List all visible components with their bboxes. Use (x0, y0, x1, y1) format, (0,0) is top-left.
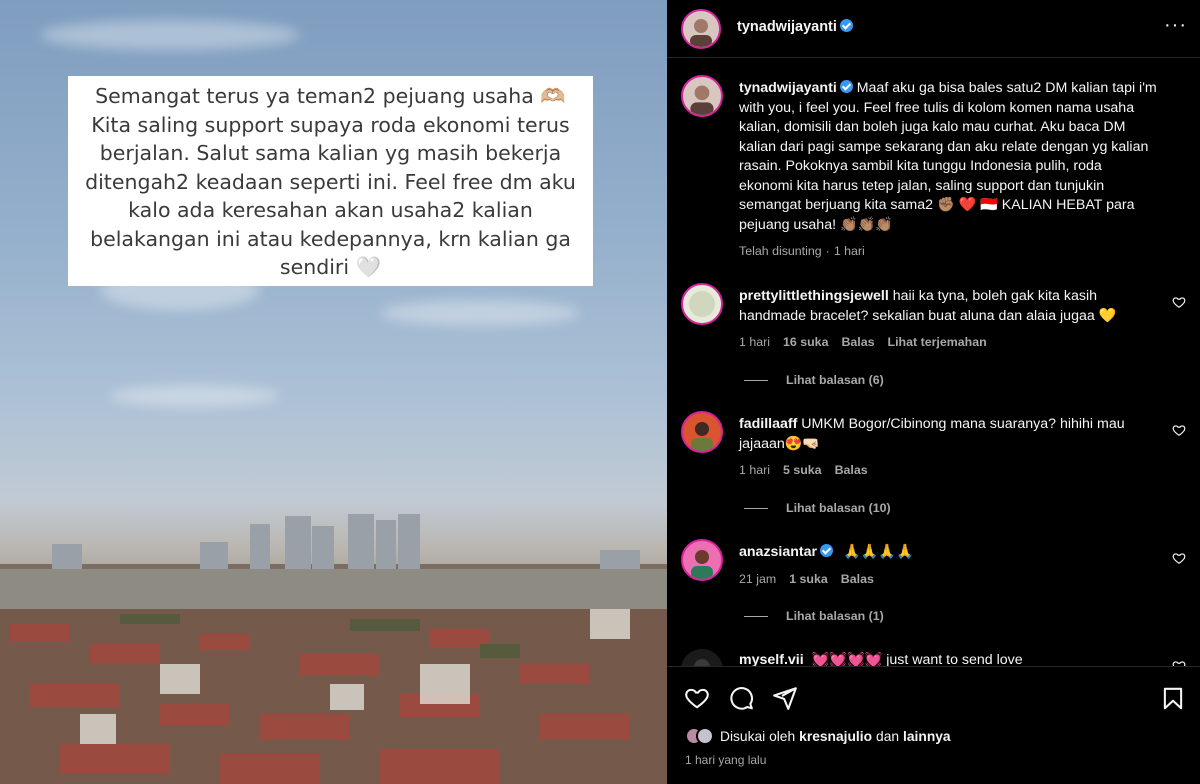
comment-text: 💓💓💓💓 just want to send love (811, 652, 1023, 666)
comment-like-heart-icon[interactable] (1172, 295, 1186, 309)
comment-item: fadillaaff UMKM Bogor/Cibinong mana suar… (681, 411, 1186, 521)
likes-prefix: Disukai oleh (720, 728, 796, 744)
post-caption: tynadwijayanti Maaf aku ga bisa bales sa… (681, 75, 1186, 265)
cloud (110, 385, 280, 407)
commenter-avatar[interactable] (681, 539, 723, 581)
comment-item: prettylittlethingsjewell haii ka tyna, b… (681, 283, 1186, 393)
post-image[interactable]: Semangat terus ya teman2 pejuang usaha 🫶… (0, 0, 667, 784)
replies-line (744, 508, 768, 510)
send-icon[interactable] (772, 685, 798, 711)
comment-likes[interactable]: 1 suka (789, 572, 828, 586)
heart-icon[interactable] (684, 685, 710, 711)
view-replies-label: Lihat balasan (1) (786, 609, 884, 623)
commenter-username[interactable]: prettylittlethingsjewell (739, 288, 889, 304)
post-timestamp[interactable]: 1 hari yang lalu (685, 753, 766, 767)
comment-item: anazsiantar 🙏🙏🙏🙏 21 jam 1 suka Balas Lihat… (681, 539, 1186, 649)
reply-button[interactable]: Balas (835, 463, 868, 477)
view-replies-button[interactable]: Lihat balasan (6) (739, 373, 884, 387)
more-options-icon[interactable]: ··· (1164, 15, 1186, 38)
comment-time[interactable]: 1 hari (739, 335, 770, 349)
likes-others[interactable]: lainnya (903, 729, 951, 744)
comment-item: myself.vii 💓💓💓💓 just want to send love (681, 649, 1186, 666)
commenter-avatar[interactable] (681, 649, 723, 666)
view-replies-label: Lihat balasan (6) (786, 373, 884, 387)
view-replies-button[interactable]: Lihat balasan (10) (739, 501, 891, 515)
replies-line (744, 616, 768, 618)
city-skyline (0, 514, 667, 784)
comment-icon[interactable] (728, 685, 754, 711)
comment-time[interactable]: 1 hari (739, 463, 770, 477)
caption-body: tynadwijayanti Maaf aku ga bisa bales sa… (739, 79, 1159, 235)
comment-meta: 21 jam 1 suka Balas (739, 572, 887, 586)
comment-like-heart-icon[interactable] (1172, 659, 1186, 666)
caption-meta: Telah disunting · 1 hari (739, 244, 878, 258)
likes-user[interactable]: kresnajulio (799, 729, 872, 744)
translate-button[interactable]: Lihat terjemahan (888, 335, 987, 349)
verified-badge-icon (839, 19, 853, 32)
commenter-avatar[interactable] (681, 411, 723, 453)
comment-body: fadillaaff UMKM Bogor/Cibinong mana suar… (739, 415, 1159, 454)
comment-text: UMKM Bogor/Cibinong mana suaranya? hihih… (739, 416, 1125, 452)
comment-body: myself.vii 💓💓💓💓 just want to send love (739, 651, 1159, 666)
comment-likes[interactable]: 5 suka (783, 463, 822, 477)
commenter-avatar[interactable] (681, 283, 723, 325)
comment-likes[interactable]: 16 suka (783, 335, 828, 349)
comment-meta: 1 hari 16 suka Balas Lihat terjemahan (739, 335, 1000, 349)
instagram-post-view: Semangat terus ya teman2 pejuang usaha 🫶… (0, 0, 1200, 784)
comment-text: 🙏🙏🙏🙏 (843, 544, 914, 560)
comment-like-heart-icon[interactable] (1172, 423, 1186, 437)
caption-username[interactable]: tynadwijayanti (739, 80, 837, 96)
caption-text: Maaf aku ga bisa bales satu2 DM kalian t… (739, 80, 1157, 233)
likes-summary: Disukai oleh kresnajulio dan lainnya (685, 727, 955, 745)
cloud (380, 300, 580, 326)
replies-line (744, 380, 768, 382)
comment-body: prettylittlethingsjewell haii ka tyna, b… (739, 287, 1159, 326)
likes-joiner: dan (876, 728, 900, 744)
meta-separator: · (825, 244, 830, 258)
post-header: tynadwijayanti ··· (667, 0, 1200, 58)
verified-badge-icon (820, 544, 834, 557)
comment-like-heart-icon[interactable] (1172, 551, 1186, 565)
commenter-username[interactable]: anazsiantar (739, 544, 817, 560)
post-actions: Disukai oleh kresnajulio dan lainnya 1 h… (667, 666, 1200, 784)
author-avatar[interactable] (681, 9, 721, 49)
verified-badge-icon (839, 80, 853, 93)
comment-time[interactable]: 21 jam (739, 572, 776, 586)
image-caption-text: Semangat terus ya teman2 pejuang usaha 🫶… (68, 76, 593, 286)
view-replies-label: Lihat balasan (10) (786, 501, 891, 515)
comment-meta: 1 hari 5 suka Balas (739, 463, 881, 477)
post-sidebar: tynadwijayanti ··· tynadwijayanti Maaf a… (667, 0, 1200, 784)
bookmark-icon[interactable] (1160, 685, 1186, 711)
comment-body: anazsiantar 🙏🙏🙏🙏 (739, 543, 1159, 563)
author-name-row: tynadwijayanti (737, 19, 853, 35)
commenter-username[interactable]: fadillaaff (739, 416, 797, 432)
comments-list[interactable]: tynadwijayanti Maaf aku ga bisa bales sa… (667, 59, 1200, 666)
commenter-username[interactable]: myself.vii (739, 652, 804, 666)
author-avatar[interactable] (681, 75, 723, 117)
cloud (40, 20, 300, 50)
reply-button[interactable]: Balas (841, 572, 874, 586)
caption-time[interactable]: 1 hari (834, 244, 865, 258)
author-username[interactable]: tynadwijayanti (737, 19, 837, 35)
view-replies-button[interactable]: Lihat balasan (1) (739, 609, 884, 623)
reply-button[interactable]: Balas (841, 335, 874, 349)
liker-avatar (696, 727, 714, 745)
edited-label: Telah disunting (739, 244, 822, 258)
